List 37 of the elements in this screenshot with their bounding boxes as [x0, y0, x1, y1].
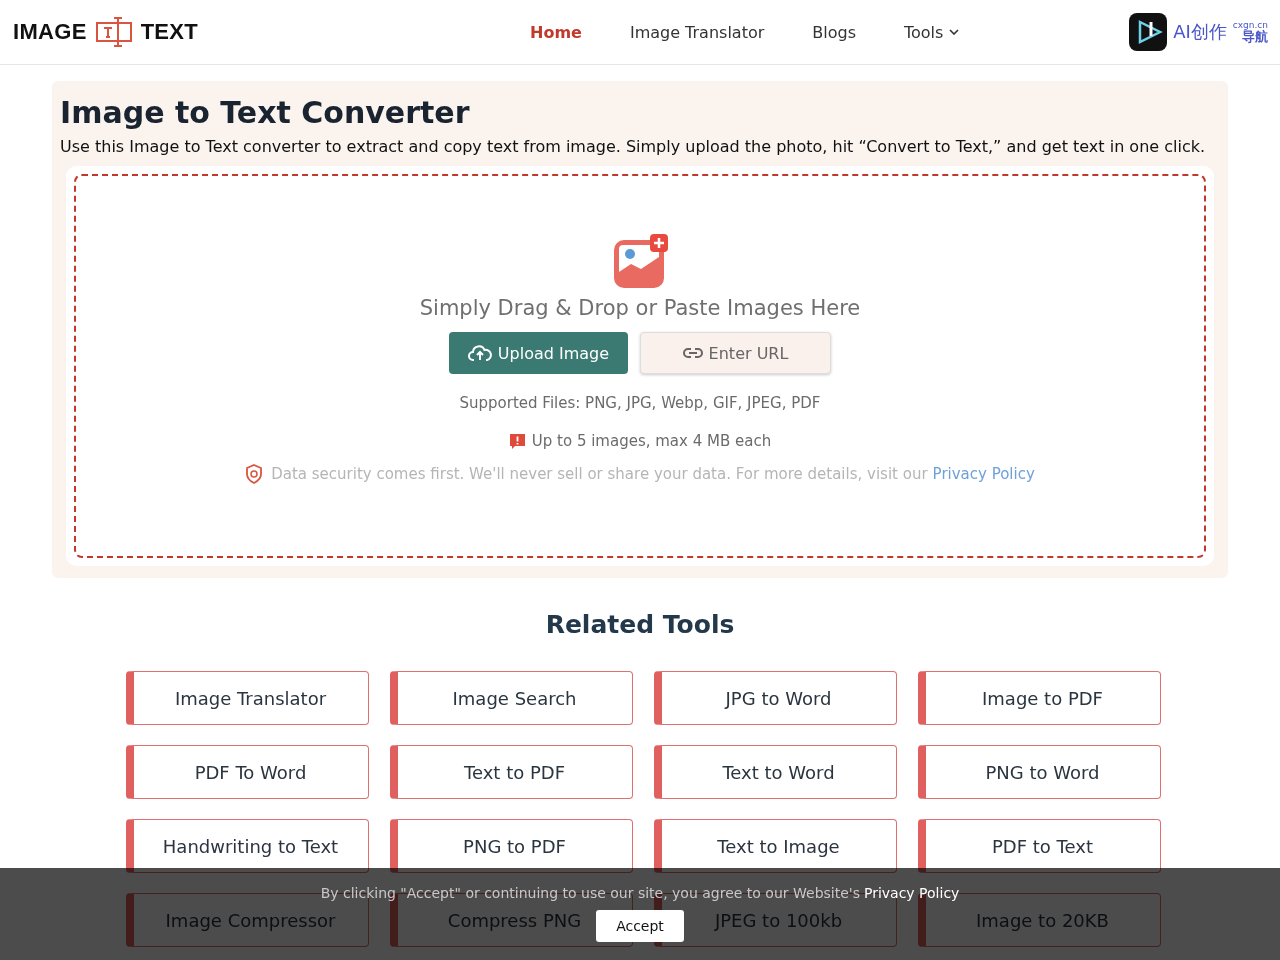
partner-domain: cxgn.cn	[1232, 21, 1268, 30]
chevron-down-icon	[949, 29, 960, 35]
upload-limit: Up to 5 images, max 4 MB each	[531, 432, 772, 450]
nav-link[interactable]: Blogs	[812, 22, 856, 42]
section-title: Related Tools	[544, 610, 736, 639]
tool-link[interactable]: Text to Word	[653, 745, 897, 799]
page-description: Use this Image to Text converter to extract and copy text from image. Simply upload the photo, hit “Convert to Text,” and get text in one click.	[60, 137, 1207, 156]
page-title: Image to Text Converter	[60, 95, 471, 131]
privacy-policy-link[interactable]: Privacy Policy	[863, 885, 960, 901]
tool-link[interactable]: Image Search	[389, 671, 633, 725]
partner-subtitle: 导航	[1242, 30, 1268, 43]
tool-link[interactable]: PNG to Word	[917, 745, 1161, 799]
tool-link[interactable]: Image to PDF	[917, 671, 1161, 725]
drop-hint: Simply Drag & Drop or Paste Images Here	[419, 296, 861, 320]
logo-text[interactable]: TEXT	[140, 19, 199, 45]
accept-button[interactable]: Accept	[596, 910, 684, 942]
tool-link[interactable]: PDF To Word	[125, 745, 369, 799]
text-cursor-icon	[94, 16, 133, 48]
nav-link[interactable]: Image Translator	[629, 22, 765, 42]
nav-link[interactable]: Home	[530, 22, 582, 42]
app-icon[interactable]	[1129, 13, 1168, 51]
shield-icon	[245, 464, 264, 484]
add-image-icon	[612, 234, 668, 290]
partner-name[interactable]: AI创作	[1173, 20, 1227, 44]
link-icon	[682, 347, 703, 359]
alert-icon	[508, 432, 526, 450]
logo-text[interactable]: IMAGE	[13, 19, 87, 45]
tool-link[interactable]: Image Translator	[125, 671, 369, 725]
tool-link[interactable]: Text to PDF	[389, 745, 633, 799]
tool-link[interactable]: JPG to Word	[653, 671, 897, 725]
upload-image-button[interactable]: Upload Image	[449, 332, 628, 374]
cookie-notice: By clicking "Accept" or continuing to use our site, you agree to our Website's Privacy Policy	[320, 885, 960, 901]
enter-url-button[interactable]: Enter URL	[640, 332, 831, 374]
nav-link[interactable]: Tools	[904, 22, 960, 42]
supported-files: Supported Files: PNG, JPG, Webp, GIF, JPEG, PDF	[459, 394, 821, 412]
security-note: Data security comes first. We'll never sell or share your data. For more details, visit our Privacy Policy	[271, 465, 1035, 483]
cloud-upload-icon	[467, 344, 492, 362]
